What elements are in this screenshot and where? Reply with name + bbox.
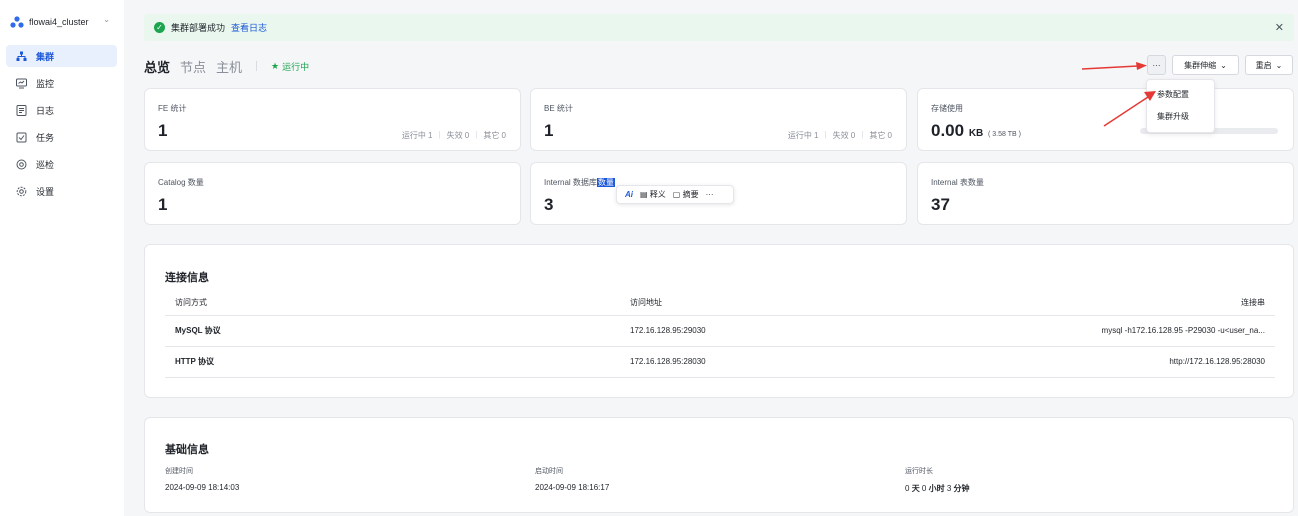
status-dot-icon: ★ [271, 60, 280, 71]
card-value: 37 [931, 195, 950, 214]
explain-button[interactable]: ▤ 释义 [640, 189, 666, 200]
uptime: 运行时长 0 天 0 小时 3 分钟 [905, 468, 970, 493]
cluster-scale-button[interactable]: 集群伸缩 ⌄ [1172, 55, 1239, 75]
cluster-icon [16, 51, 27, 61]
sidebar-item-inspect[interactable]: 巡检 [6, 153, 117, 175]
cluster-name: flowai4_cluster [29, 17, 89, 27]
more-button[interactable]: ··· [1147, 55, 1166, 75]
connection-info-panel: 连接信息 访问方式 访问地址 连接串 MySQL 协议 172.16.128.9… [144, 244, 1294, 398]
card-meta: 运行中 1 | 失效 0 | 其它 0 [401, 130, 506, 140]
sidebar-item-label: 设置 [36, 186, 55, 197]
table-row: MySQL 协议 172.16.128.95:29030 mysql -h172… [165, 315, 1275, 347]
ai-selection-popup: Ai ▤ 释义 ▢ 摘要 ··· [616, 185, 734, 204]
chevron-down-icon: ⌄ [1220, 60, 1227, 70]
card-title: Catalog 数量 [158, 178, 204, 187]
more-dropdown-menu: 参数配置 集群升级 [1146, 79, 1215, 133]
section-title: 基础信息 [165, 444, 209, 456]
chevron-down-icon: ⌄ [103, 15, 110, 24]
monitor-icon [16, 78, 27, 88]
card-title: Internal 表数量 [931, 178, 984, 187]
inspect-icon [16, 159, 27, 169]
card-title: BE 统计 [544, 104, 573, 113]
book-icon: ▤ [640, 190, 648, 199]
section-title: 连接信息 [165, 272, 209, 284]
card-value: 3 [544, 195, 554, 214]
log-icon [16, 104, 27, 116]
alert-message: 集群部署成功 [171, 23, 226, 33]
success-alert: ✓ 集群部署成功 查看日志 ✕ [144, 14, 1294, 41]
card-meta: 运行中 1 | 失效 0 | 其它 0 [787, 130, 892, 140]
sidebar: flowai4_cluster ⌄ 集群 监控 日志 任务 巡检 设置 [0, 0, 124, 516]
cluster-logo-icon [10, 16, 24, 28]
chevron-down-icon: ⌄ [1275, 60, 1283, 70]
tab-overview[interactable]: 总览 [144, 57, 170, 76]
card-value: 0.00 KB ( 3.58 TB ) [931, 121, 1021, 140]
task-icon [16, 132, 27, 142]
started-time: 启动时间 2024-09-09 18:16:17 [535, 468, 610, 492]
card-value: 1 [158, 121, 168, 140]
sidebar-item-label: 监控 [36, 78, 55, 89]
sidebar-item-label: 日志 [36, 105, 55, 116]
card-value: 1 [544, 121, 554, 140]
sidebar-item-settings[interactable]: 设置 [6, 180, 117, 202]
divider [256, 61, 258, 71]
card-value: 1 [158, 195, 168, 214]
sidebar-item-label: 集群 [36, 51, 55, 62]
created-time: 创建时间 2024-09-09 18:14:03 [165, 468, 240, 492]
storage-card: 存储使用 0.00 KB ( 3.58 TB ) [917, 88, 1294, 151]
sidebar-item-label: 巡检 [36, 159, 55, 170]
check-circle-icon: ✓ [154, 22, 165, 33]
cluster-selector[interactable]: flowai4_cluster ⌄ [10, 14, 116, 30]
sidebar-item-monitor[interactable]: 监控 [6, 72, 117, 94]
doc-icon: ▢ [672, 190, 681, 199]
fe-stat-card: FE 统计 1 运行中 1 | 失效 0 | 其它 0 [144, 88, 521, 151]
connection-table: 访问方式 访问地址 连接串 MySQL 协议 172.16.128.95:290… [165, 291, 1275, 378]
sidebar-item-log[interactable]: 日志 [6, 99, 117, 121]
menu-item-param-config[interactable]: 参数配置 [1147, 84, 1214, 106]
card-title: FE 统计 [158, 104, 187, 113]
restart-button[interactable]: 重启 ⌄ [1245, 55, 1293, 75]
tab-nodes[interactable]: 节点 [180, 57, 206, 76]
view-log-link[interactable]: 查看日志 [231, 21, 267, 34]
sidebar-item-label: 任务 [36, 132, 55, 143]
status-badge: ★ 运行中 [271, 60, 310, 72]
sidebar-item-task[interactable]: 任务 [6, 126, 117, 148]
card-title: Internal 数据库数量 [544, 178, 615, 187]
catalog-card: Catalog 数量 1 [144, 162, 521, 225]
summary-button[interactable]: ▢ 摘要 [673, 189, 699, 200]
be-stat-card: BE 统计 1 运行中 1 | 失效 0 | 其它 0 [530, 88, 907, 151]
tab-hosts[interactable]: 主机 [216, 57, 242, 76]
table-header: 访问方式 访问地址 连接串 [165, 291, 1275, 316]
sidebar-item-cluster[interactable]: 集群 [6, 45, 117, 67]
menu-item-cluster-upgrade[interactable]: 集群升级 [1147, 106, 1214, 128]
more-options-button[interactable]: ··· [706, 190, 714, 199]
annotation-arrow-icon [1081, 62, 1147, 70]
internal-table-card: Internal 表数量 37 [917, 162, 1294, 225]
selected-text: 数量 [596, 178, 615, 187]
basic-info-panel: 基础信息 创建时间 2024-09-09 18:14:03 启动时间 2024-… [144, 417, 1294, 513]
gear-icon [16, 186, 27, 196]
ai-button[interactable]: Ai [625, 190, 633, 199]
card-title: 存储使用 [931, 104, 963, 113]
close-icon[interactable]: ✕ [1275, 21, 1284, 34]
page-tabs: 总览 节点 主机 ★ 运行中 [144, 56, 309, 76]
table-row: HTTP 协议 172.16.128.95:28030 http://172.1… [165, 346, 1275, 378]
